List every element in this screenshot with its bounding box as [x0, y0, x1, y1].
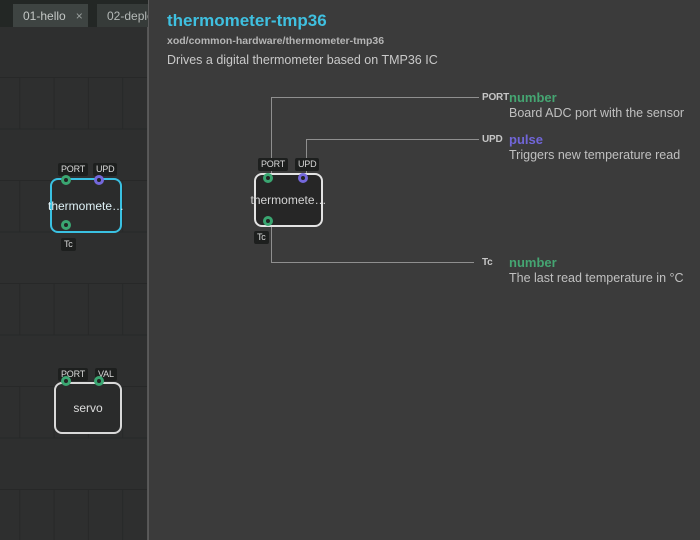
patch-title: thermometer-tmp36: [167, 11, 327, 31]
pin-port-input[interactable]: [61, 376, 71, 386]
close-icon[interactable]: ×: [76, 9, 83, 23]
tab-01-hello[interactable]: 01-hello ×: [13, 4, 88, 27]
tab-label: 02-deplo: [107, 9, 148, 23]
node-servo[interactable]: servo: [54, 382, 122, 434]
pin-tc-output[interactable]: [61, 220, 71, 230]
wire-upd-horizontal: [306, 139, 479, 140]
tab-label: 01-hello: [23, 9, 66, 23]
quick-help-panel: thermometer-tmp36 xod/common-hardware/th…: [148, 0, 700, 540]
tab-bar: 01-hello × 02-deplo: [0, 0, 148, 27]
pin-doc-name: PORT: [482, 92, 509, 103]
tab-02-deploy[interactable]: 02-deplo: [97, 4, 148, 27]
pin-label-port: PORT: [258, 158, 288, 171]
pin-doc-description: Board ADC port with the sensor: [509, 106, 684, 120]
pin-doc-type: number: [509, 255, 557, 270]
pin-doc-name: Tc: [482, 257, 493, 268]
node-label: thermomete…: [250, 193, 326, 207]
wire-tc-horizontal: [271, 262, 474, 263]
pin-upd-input[interactable]: [94, 175, 104, 185]
node-label: thermomete…: [48, 199, 124, 213]
pin-doc-description: The last read temperature in °C: [509, 271, 684, 285]
node-label: servo: [73, 401, 102, 415]
pin-doc-description: Triggers new temperature read: [509, 148, 680, 162]
patch-canvas[interactable]: PORT UPD thermomete… Tc PORT VAL servo: [0, 27, 148, 540]
pin-label-tc: Tc: [61, 238, 76, 251]
pin-label-tc: Tc: [254, 231, 269, 244]
patch-description: Drives a digital thermometer based on TM…: [167, 53, 438, 67]
wire-tc-vertical: [271, 227, 272, 262]
pin-label-upd: UPD: [93, 163, 117, 176]
pin-upd-input: [298, 173, 308, 183]
pin-port-input: [263, 173, 273, 183]
wire-port-horizontal: [271, 97, 479, 98]
xod-ide-window: 01-hello × 02-deplo PORT UPD thermomete……: [0, 0, 700, 540]
patch-editor: 01-hello × 02-deplo PORT UPD thermomete……: [0, 0, 148, 540]
pin-doc-name: UPD: [482, 134, 503, 145]
pin-doc-type: pulse: [509, 132, 543, 147]
pin-label-port: PORT: [58, 163, 88, 176]
pin-label-upd: UPD: [295, 158, 319, 171]
pin-doc-type: number: [509, 90, 557, 105]
pin-port-input[interactable]: [61, 175, 71, 185]
patch-path: xod/common-hardware/thermometer-tmp36: [167, 35, 384, 47]
pin-tc-output: [263, 216, 273, 226]
pin-val-input[interactable]: [94, 376, 104, 386]
